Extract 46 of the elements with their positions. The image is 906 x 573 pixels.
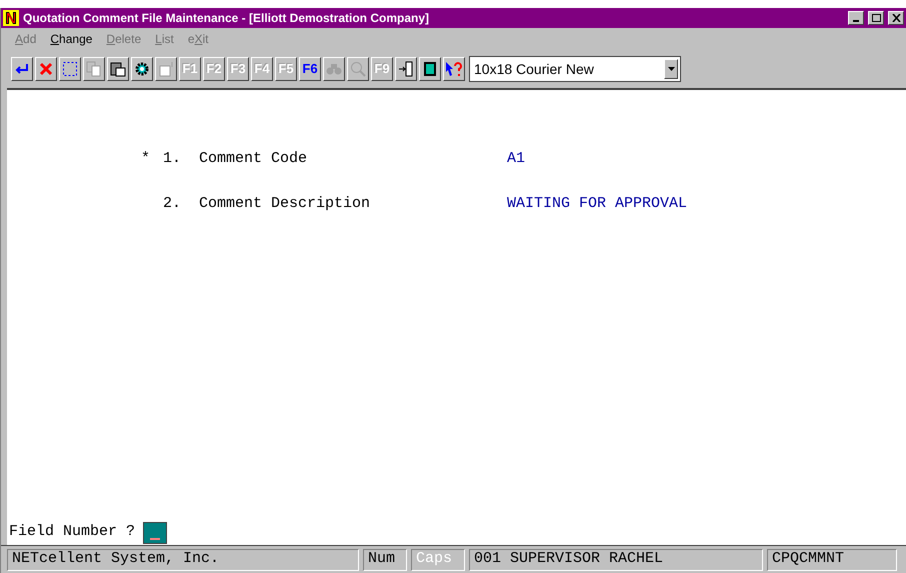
status-panel: NETcellent System, Inc. (7, 548, 359, 570)
toolbar-button[interactable] (59, 57, 81, 81)
caret-icon (668, 67, 674, 71)
toolbar-button[interactable] (35, 57, 57, 81)
font-select[interactable]: 10x18 Courier New (469, 56, 681, 82)
close-icon (892, 14, 900, 22)
binoculars-icon (326, 62, 342, 76)
field-number-input[interactable] (143, 522, 168, 544)
document-icon (158, 61, 174, 77)
clipboard-icon (110, 61, 126, 77)
calculator-icon (423, 61, 437, 77)
field-number: 1. (163, 149, 182, 169)
door-icon (398, 61, 414, 77)
field-label: Comment Code (199, 149, 308, 169)
help-pointer-icon (445, 61, 463, 77)
dotted-rectangle-icon (62, 61, 78, 77)
maximize-icon (872, 14, 880, 22)
field-value: A1 (507, 149, 526, 169)
close-icon (39, 62, 53, 76)
window-title: Quotation Comment File Maintenance - [Elliott Demostration Company] (23, 10, 430, 27)
copy-icon (86, 61, 102, 77)
status-panel: CPQCMMNT (767, 548, 897, 570)
minimize-button[interactable] (848, 11, 864, 25)
toolbar-button[interactable] (419, 57, 441, 81)
required-marker: * (141, 149, 152, 169)
toolbar-button[interactable] (395, 57, 417, 81)
toolbar-button[interactable] (107, 57, 129, 81)
function-key-button[interactable]: F6 (299, 57, 321, 81)
field-label: Comment Description (199, 194, 372, 214)
toolbar-button[interactable] (443, 57, 465, 81)
status-panel: Caps (411, 548, 465, 570)
status-panel: 001 SUPERVISOR RACHEL (469, 548, 763, 570)
menu-item[interactable]: Change (50, 30, 92, 48)
search-icon (350, 61, 366, 77)
field-value: WAITING FOR APPROVAL (507, 194, 688, 214)
field-number: 2. (163, 194, 182, 214)
close-button[interactable] (888, 11, 904, 25)
enter-arrow-icon (14, 63, 30, 75)
prompt-label: Field Number ? (9, 522, 136, 542)
dropdown-button[interactable] (664, 59, 678, 79)
toolbar-button[interactable] (131, 57, 153, 81)
toolbar-button[interactable] (11, 57, 33, 81)
status-panel: Num (363, 548, 407, 570)
app-logo-icon (3, 10, 19, 26)
maximize-button[interactable] (868, 11, 884, 25)
gear-icon (134, 61, 150, 77)
